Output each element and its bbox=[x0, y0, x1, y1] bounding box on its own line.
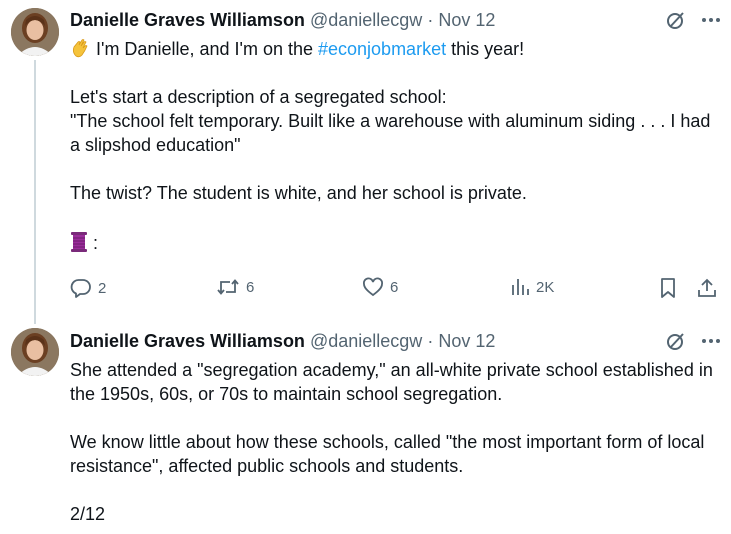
tweet-body: She attended a "segregation academy," an… bbox=[70, 358, 720, 526]
tweet-action-bar: 2 6 6 2K bbox=[70, 277, 720, 299]
thread-marker: : bbox=[93, 233, 99, 253]
reply-count: 2 bbox=[98, 279, 107, 297]
thread-connector-line bbox=[34, 60, 36, 324]
thread-spool-emoji bbox=[70, 232, 93, 253]
reply-icon bbox=[70, 277, 92, 299]
tweet-paragraph: Let's start a description of a segregate… bbox=[70, 87, 447, 107]
like-icon bbox=[362, 277, 384, 297]
tweet-quote: "The school felt temporary. Built like a… bbox=[70, 111, 711, 155]
bookmark-icon bbox=[658, 277, 678, 299]
grok-icon[interactable] bbox=[665, 9, 687, 31]
author-handle[interactable]: @daniellecgw bbox=[310, 10, 422, 30]
more-icon[interactable] bbox=[701, 338, 721, 344]
avatar[interactable] bbox=[11, 328, 59, 376]
like-count: 6 bbox=[390, 278, 399, 296]
tweet-paragraph: We know little about how these schools, … bbox=[70, 432, 705, 476]
tweet-date[interactable]: Nov 12 bbox=[438, 10, 495, 30]
retweet-count: 6 bbox=[246, 278, 255, 296]
header-separator: · bbox=[427, 10, 434, 30]
tweet-header-actions bbox=[665, 330, 721, 352]
author-handle[interactable]: @daniellecgw bbox=[310, 331, 422, 351]
retweet-button[interactable]: 6 bbox=[216, 277, 254, 297]
hashtag-link[interactable]: #econjobmarket bbox=[318, 39, 446, 59]
views-icon bbox=[510, 277, 530, 297]
avatar[interactable] bbox=[11, 8, 59, 56]
tweet-paragraph: The twist? The student is white, and her… bbox=[70, 183, 527, 203]
more-icon[interactable] bbox=[701, 17, 721, 23]
waving-hand-emoji bbox=[70, 37, 90, 61]
views-button[interactable]: 2K bbox=[510, 277, 554, 297]
bookmark-button[interactable] bbox=[658, 277, 678, 299]
tweet-body: I'm Danielle, and I'm on the #econjobmar… bbox=[70, 37, 720, 255]
retweet-icon bbox=[216, 277, 240, 297]
intro-text-start: I'm Danielle, and I'm on the bbox=[96, 39, 318, 59]
tweet-paragraph: She attended a "segregation academy," an… bbox=[70, 360, 713, 404]
tweet-header: Danielle Graves Williamson @daniellecgw … bbox=[70, 9, 495, 31]
reply-button[interactable]: 2 bbox=[70, 277, 106, 299]
tweet-date[interactable]: Nov 12 bbox=[438, 331, 495, 351]
tweet-header-actions bbox=[665, 9, 721, 31]
share-icon bbox=[696, 277, 718, 299]
intro-text-end: this year! bbox=[446, 39, 525, 59]
thread-counter: 2/12 bbox=[70, 504, 106, 524]
tweet-header: Danielle Graves Williamson @daniellecgw … bbox=[70, 330, 495, 352]
author-name[interactable]: Danielle Graves Williamson bbox=[70, 331, 305, 351]
like-button[interactable]: 6 bbox=[362, 277, 398, 297]
views-count: 2K bbox=[536, 278, 555, 296]
grok-icon[interactable] bbox=[665, 330, 687, 352]
header-separator: · bbox=[427, 331, 434, 351]
share-button[interactable] bbox=[696, 277, 718, 299]
author-name[interactable]: Danielle Graves Williamson bbox=[70, 10, 305, 30]
